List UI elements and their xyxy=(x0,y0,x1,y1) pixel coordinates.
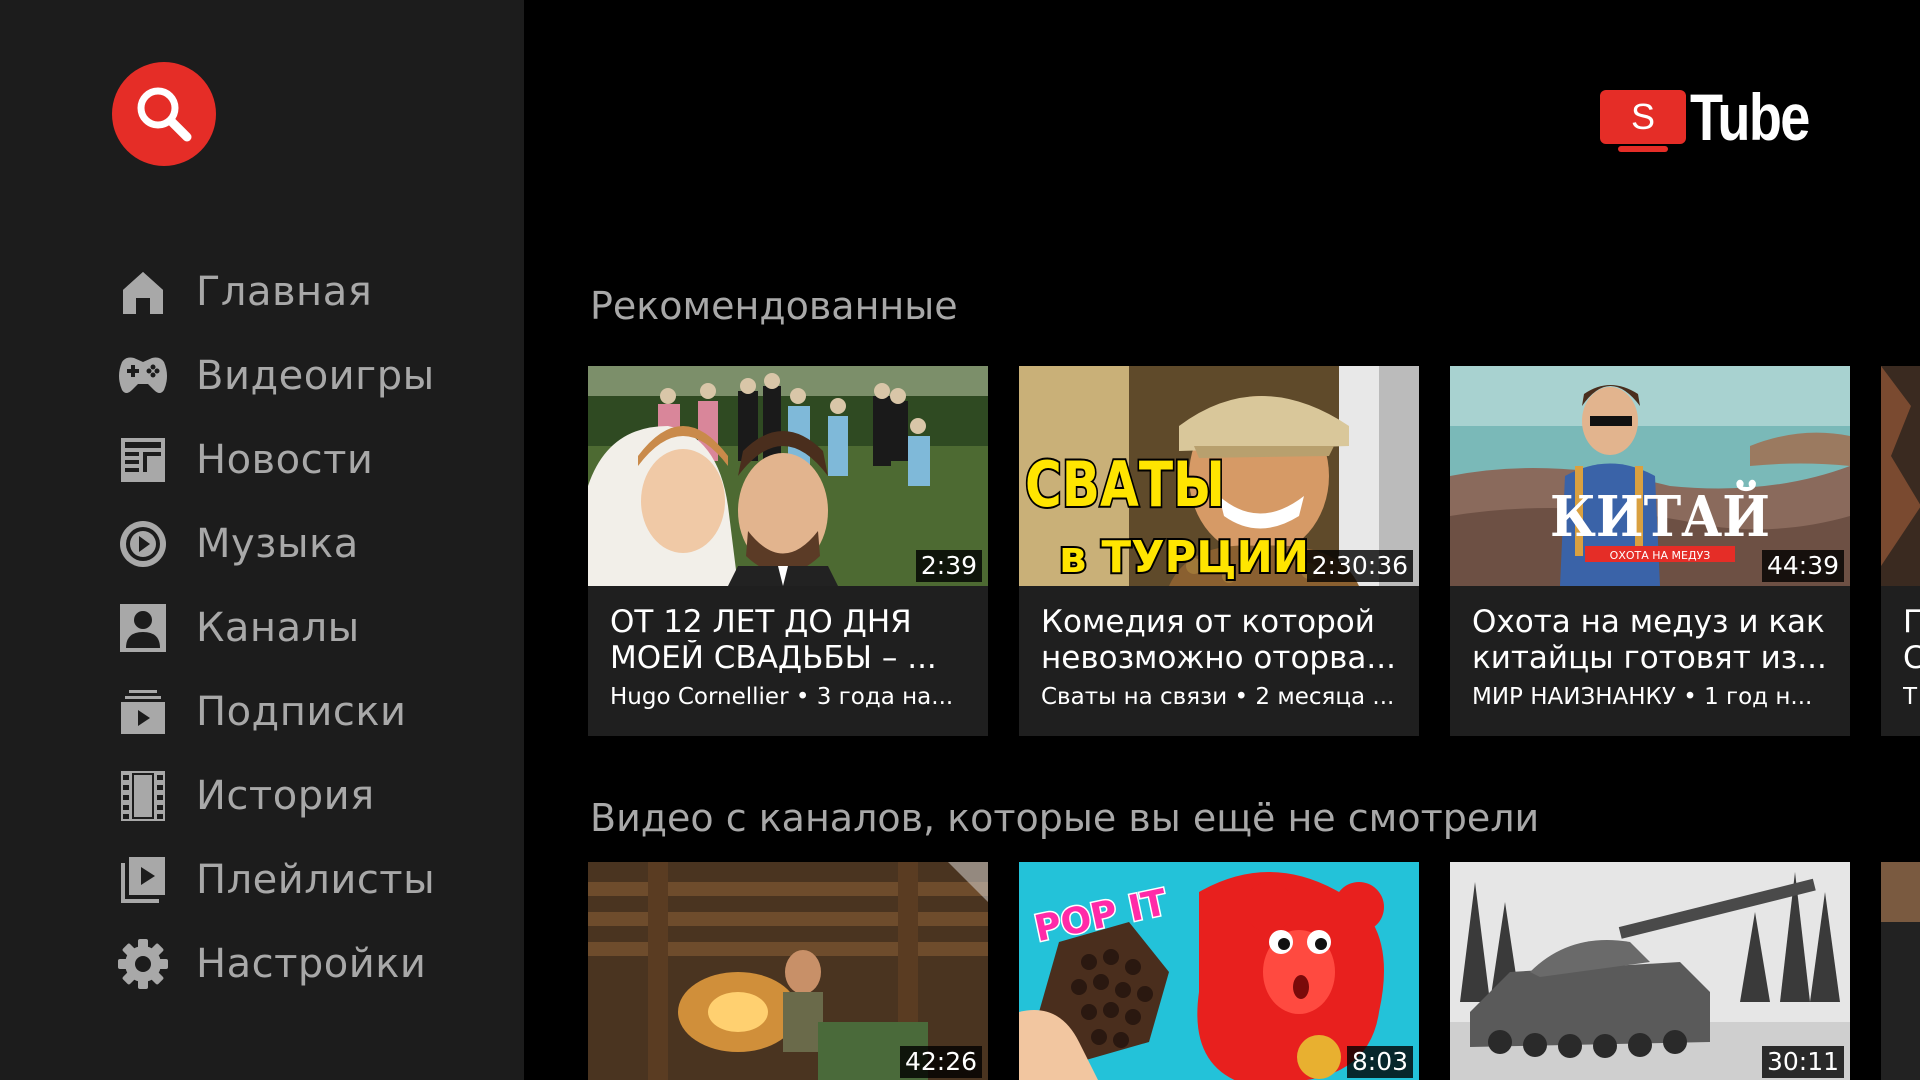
subscriptions-icon xyxy=(116,685,170,739)
sidebar-item-history[interactable]: История xyxy=(116,754,435,838)
video-title-line-1: П xyxy=(1903,604,1920,640)
video-card[interactable]: POP IT 8:03 xyxy=(1019,862,1419,1080)
logo-text: Tube xyxy=(1690,80,1810,154)
thumbnail-overlay-caption: КИТАЙ xyxy=(1550,479,1770,550)
sidebar-item-news[interactable]: Новости xyxy=(116,418,435,502)
video-thumbnail: КИТАЙ ОХОТА НА МЕДУЗ 44:39 xyxy=(1450,366,1850,586)
sidebar-item-label: История xyxy=(196,773,375,819)
thumbnail-overlay-caption: POP IT xyxy=(1031,882,1171,950)
video-title-line-2: китайцы готовят из... xyxy=(1472,640,1827,676)
video-title-line-1: Комедия от которой xyxy=(1041,604,1375,640)
thumbnail-overlay-caption: в ТУРЦИИ xyxy=(1059,532,1309,583)
video-thumbnail: 30:11 xyxy=(1450,862,1850,1080)
video-card[interactable]: По пр xyxy=(1881,862,1920,1080)
video-row-unwatched: 42:26 POP IT 8:03 30:11 xyxy=(588,862,1920,1080)
video-title-line-2: МОЕЙ СВАДЬБЫ – ... xyxy=(610,640,937,676)
sidebar-item-playlists[interactable]: Плейлисты xyxy=(116,838,435,922)
video-card[interactable]: П С Т xyxy=(1881,366,1920,736)
video-title-line-2: С xyxy=(1903,640,1920,676)
sidebar-item-home[interactable]: Главная xyxy=(116,250,435,334)
video-duration: 30:11 xyxy=(1761,1046,1844,1078)
video-meta: Т xyxy=(1903,684,1918,710)
video-thumbnail: По пр xyxy=(1881,862,1920,1080)
section-title-unwatched-channels: Видео с каналов, которые вы ещё не смотр… xyxy=(590,796,1540,840)
thumbnail-overlay-caption: ОХОТА НА МЕДУЗ xyxy=(1610,549,1711,562)
sidebar-item-label: Каналы xyxy=(196,605,360,651)
thumbnail-overlay-caption: пр xyxy=(1908,1034,1920,1069)
sidebar-item-label: Подписки xyxy=(196,689,407,735)
gear-icon xyxy=(116,937,170,991)
video-meta: МИР НАИЗНАНКУ • 1 год н... xyxy=(1472,684,1813,710)
video-info: Охота на медуз и как китайцы готовят из.… xyxy=(1450,586,1850,736)
gamepad-icon xyxy=(116,349,170,403)
video-duration: 2:30:36 xyxy=(1306,550,1413,582)
video-duration: 42:26 xyxy=(899,1046,982,1078)
logo-mark: S xyxy=(1600,90,1686,152)
sidebar-item-label: Музыка xyxy=(196,521,359,567)
video-thumbnail: POP IT 8:03 xyxy=(1019,862,1419,1080)
sidebar-item-subscriptions[interactable]: Подписки xyxy=(116,670,435,754)
video-info: Комедия от которой невозможно оторва... … xyxy=(1019,586,1419,736)
video-card[interactable]: 42:26 xyxy=(588,862,988,1080)
video-duration: 2:39 xyxy=(915,550,982,582)
video-thumbnail: 2:39 xyxy=(588,366,988,586)
video-info: П С Т xyxy=(1881,586,1920,736)
video-info: ОТ 12 ЛЕТ ДО ДНЯ МОЕЙ СВАДЬБЫ – ... Hugo… xyxy=(588,586,988,736)
sidebar-item-label: Плейлисты xyxy=(196,857,436,903)
home-icon xyxy=(116,265,170,319)
sidebar-item-channels[interactable]: Каналы xyxy=(116,586,435,670)
video-thumbnail: СВАТЫ в ТУРЦИИ 2:30:36 xyxy=(1019,366,1419,586)
video-duration: 8:03 xyxy=(1346,1046,1413,1078)
sidebar-item-music[interactable]: Музыка xyxy=(116,502,435,586)
thumbnail-overlay-caption: СВАТЫ xyxy=(1025,448,1225,521)
video-card[interactable]: СВАТЫ в ТУРЦИИ 2:30:36 Комедия от которо… xyxy=(1019,366,1419,736)
play-circle-icon xyxy=(116,517,170,571)
sidebar-nav: Главная Видеоигры Новости Музыка Каналы xyxy=(116,250,435,1006)
app-logo: S Tube xyxy=(1600,80,1835,154)
person-icon xyxy=(116,601,170,655)
search-button[interactable] xyxy=(112,62,216,166)
sidebar-item-games[interactable]: Видеоигры xyxy=(116,334,435,418)
sidebar-item-label: Настройки xyxy=(196,941,427,987)
sidebar-item-label: Главная xyxy=(196,269,373,315)
video-title-line-2: невозможно оторва... xyxy=(1041,640,1396,676)
sidebar-item-settings[interactable]: Настройки xyxy=(116,922,435,1006)
sidebar-item-label: Новости xyxy=(196,437,374,483)
video-meta: Сваты на связи • 2 месяца ... xyxy=(1041,684,1395,710)
video-duration: 44:39 xyxy=(1761,550,1844,582)
video-row-recommended: 2:39 ОТ 12 ЛЕТ ДО ДНЯ МОЕЙ СВАДЬБЫ – ...… xyxy=(588,366,1920,736)
video-thumbnail: 42:26 xyxy=(588,862,988,1080)
film-icon xyxy=(116,769,170,823)
sidebar-item-label: Видеоигры xyxy=(196,353,435,399)
video-card[interactable]: 2:39 ОТ 12 ЛЕТ ДО ДНЯ МОЕЙ СВАДЬБЫ – ...… xyxy=(588,366,988,736)
video-title-line-1: ОТ 12 ЛЕТ ДО ДНЯ xyxy=(610,604,912,640)
playlist-icon xyxy=(116,853,170,907)
video-card[interactable]: 30:11 xyxy=(1450,862,1850,1080)
video-meta: Hugo Cornellier • 3 года на... xyxy=(610,684,954,710)
video-card[interactable]: КИТАЙ ОХОТА НА МЕДУЗ 44:39 Охота на меду… xyxy=(1450,366,1850,736)
sidebar: Главная Видеоигры Новости Музыка Каналы xyxy=(0,0,524,1080)
search-icon xyxy=(137,87,192,142)
newspaper-icon xyxy=(116,433,170,487)
video-thumbnail xyxy=(1881,366,1920,586)
section-title-recommended: Рекомендованные xyxy=(590,284,958,328)
video-title-line-1: Охота на медуз и как xyxy=(1472,604,1825,640)
thumbnail-overlay-caption: По xyxy=(1908,994,1920,1029)
